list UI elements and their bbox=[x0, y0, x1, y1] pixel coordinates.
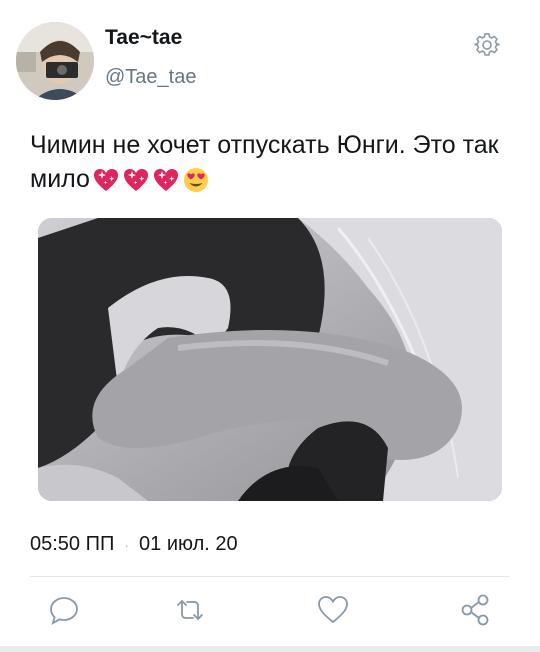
bottom-separator bbox=[0, 646, 540, 652]
display-name[interactable]: Tae~tae bbox=[105, 26, 182, 50]
divider bbox=[30, 576, 510, 577]
reply-icon[interactable] bbox=[44, 590, 84, 630]
heart-eyes-face-icon bbox=[182, 166, 210, 194]
tweet-date: 01 июл. 20 bbox=[139, 533, 238, 555]
meta-separator: · bbox=[124, 536, 130, 553]
avatar[interactable] bbox=[16, 22, 94, 100]
tweet-actions bbox=[0, 590, 540, 630]
tweet-time: 05:50 ПП bbox=[30, 533, 115, 555]
heart-icon[interactable] bbox=[313, 590, 353, 630]
tweet-text: Чимин не хочет отпускать Юнги. Это так м… bbox=[30, 128, 510, 196]
sparkling-heart-icon bbox=[122, 166, 150, 194]
tweet-photo[interactable] bbox=[38, 218, 502, 501]
gear-icon[interactable] bbox=[474, 32, 500, 58]
retweet-icon[interactable] bbox=[170, 590, 210, 630]
sparkling-heart-icon bbox=[92, 166, 120, 194]
user-handle[interactable]: @Tae_tae bbox=[105, 66, 196, 89]
sparkling-heart-icon bbox=[152, 166, 180, 194]
tweet-timestamp[interactable]: 05:50 ПП · 01 июл. 20 bbox=[30, 533, 238, 556]
emoji-row bbox=[92, 166, 210, 194]
share-icon[interactable] bbox=[455, 590, 495, 630]
